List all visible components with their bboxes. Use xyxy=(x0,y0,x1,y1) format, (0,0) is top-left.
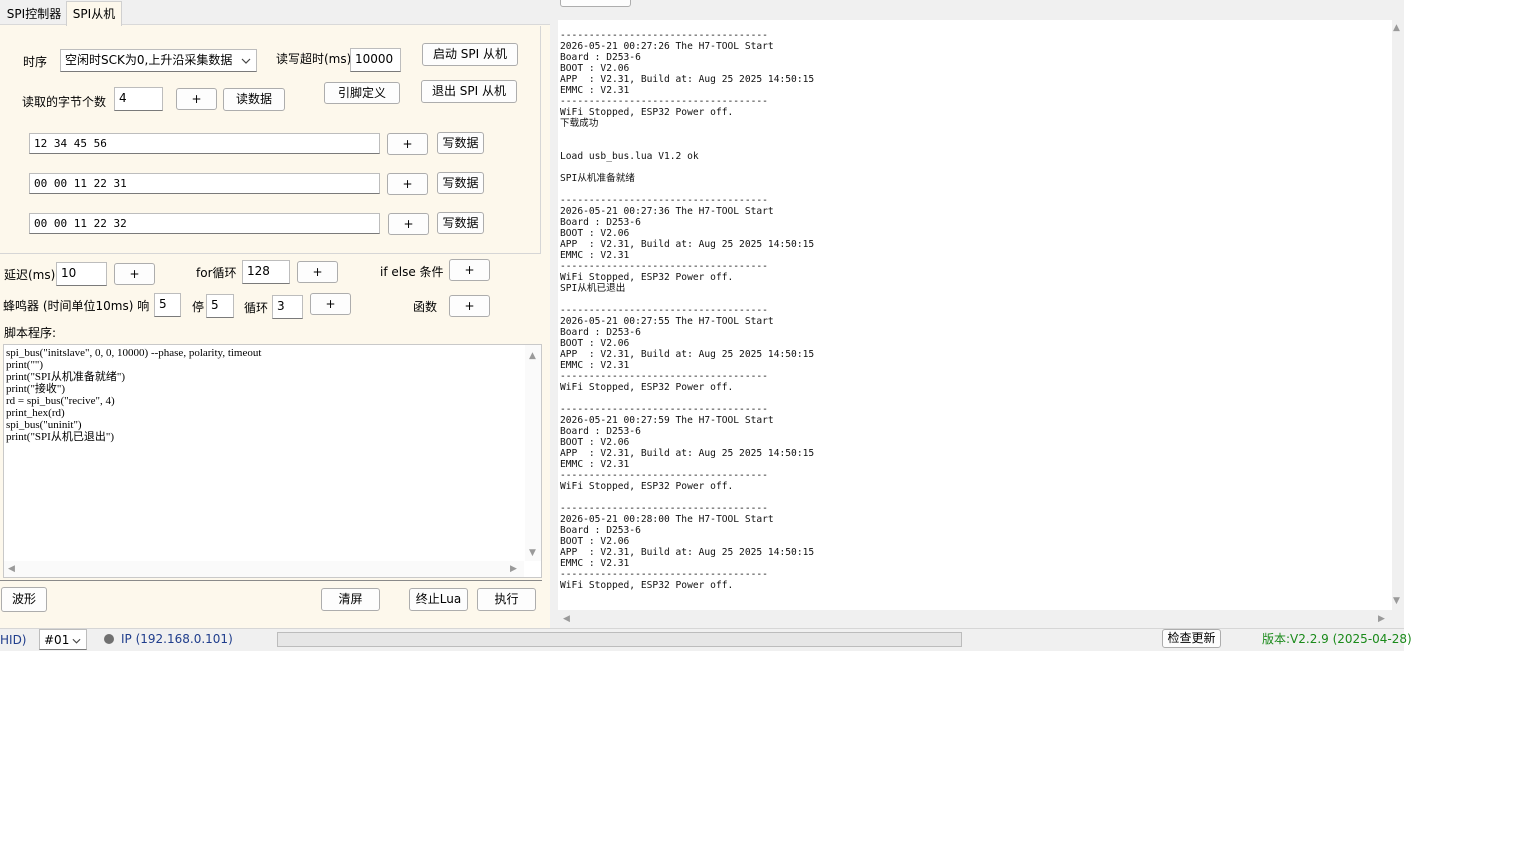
for-loop-label: for循环 xyxy=(196,266,237,280)
hid-status: HID) xyxy=(0,633,27,647)
scroll-left-icon[interactable]: ◀ xyxy=(563,614,570,624)
pin-definition-button[interactable]: 引脚定义 xyxy=(324,82,400,104)
console-log[interactable]: ------------------------------------ 202… xyxy=(558,20,1392,610)
device-select-value: #01 xyxy=(44,633,70,647)
check-update-button[interactable]: 检查更新 xyxy=(1162,629,1221,648)
write-plus-button-2[interactable]: + xyxy=(387,173,428,195)
console-vscrollbar[interactable]: ▲ ▼ xyxy=(1392,20,1404,610)
exit-spi-slave-button[interactable]: 退出 SPI 从机 xyxy=(421,80,517,103)
loop-input[interactable]: 3 xyxy=(272,295,303,319)
bytes-label: 读取的字节个数 xyxy=(22,95,107,109)
script-vscrollbar[interactable]: ▲ ▼ xyxy=(525,345,541,561)
timeout-label: 读写超时(ms) xyxy=(276,52,352,66)
write-data-input-3[interactable]: 00 00 11 22 32 xyxy=(29,213,380,234)
if-else-plus-button[interactable]: + xyxy=(449,259,490,281)
buzzer-off-input[interactable]: 5 xyxy=(206,294,234,318)
scroll-down-icon[interactable]: ▼ xyxy=(529,548,536,558)
write-plus-button-3[interactable]: + xyxy=(388,213,429,235)
stop-lua-button[interactable]: 终止Lua xyxy=(409,588,468,611)
clear-screen-button[interactable]: 清屏 xyxy=(321,588,380,611)
progress-bar xyxy=(277,632,962,647)
write-data-input-1[interactable]: 12 34 45 56 xyxy=(29,133,380,154)
console-hscrollbar[interactable]: ◀ ▶ xyxy=(558,611,1392,627)
write-data-button-1[interactable]: 写数据 xyxy=(437,132,484,154)
console-text: ------------------------------------ 202… xyxy=(560,30,815,591)
timing-label: 时序 xyxy=(23,55,48,69)
run-button[interactable]: 执行 xyxy=(477,588,536,611)
buzzer-label: 蜂鸣器 (时间单位10ms) 响 xyxy=(3,299,150,313)
buzzer-stop-label: 停 xyxy=(192,300,205,314)
bytes-input[interactable]: 4 xyxy=(114,87,163,111)
device-select[interactable]: #01 xyxy=(39,629,87,650)
chevron-down-icon xyxy=(72,638,81,644)
buzzer-plus-button[interactable]: + xyxy=(310,293,351,315)
waveform-button[interactable]: 波形 xyxy=(1,587,47,612)
start-spi-slave-button[interactable]: 启动 SPI 从机 xyxy=(422,43,518,66)
loop-label: 循环 xyxy=(244,301,269,315)
connection-status-icon xyxy=(104,634,114,644)
version-label: 版本:V2.2.9 (2025-04-28) xyxy=(1262,632,1412,646)
timing-select-value: 空闲时SCK为0,上升沿采集数据 xyxy=(65,53,233,67)
tab-spi-controller[interactable]: SPI控制器 xyxy=(2,4,66,25)
script-label: 脚本程序: xyxy=(4,326,57,340)
chevron-down-icon xyxy=(241,58,251,64)
function-label: 函数 xyxy=(413,300,438,314)
delay-label: 延迟(ms) xyxy=(4,268,56,282)
delay-input[interactable]: 10 xyxy=(56,262,107,286)
for-loop-plus-button[interactable]: + xyxy=(297,261,338,283)
write-data-button-2[interactable]: 写数据 xyxy=(437,172,484,194)
scroll-up-icon[interactable]: ▲ xyxy=(529,351,536,361)
delay-plus-button[interactable]: + xyxy=(114,263,155,285)
scroll-left-icon[interactable]: ◀ xyxy=(8,564,15,574)
write-plus-button-1[interactable]: + xyxy=(387,133,428,155)
function-plus-button[interactable]: + xyxy=(449,295,490,317)
ip-status: IP (192.168.0.101) xyxy=(121,632,233,646)
scroll-up-icon[interactable]: ▲ xyxy=(1393,23,1400,33)
scroll-right-icon[interactable]: ▶ xyxy=(510,564,517,574)
timeout-input[interactable]: 10000 xyxy=(350,48,401,72)
script-code[interactable]: spi_bus("initslave", 0, 0, 10000) --phas… xyxy=(6,347,261,443)
script-hscrollbar[interactable]: ◀ ▶ xyxy=(4,561,524,577)
read-data-button[interactable]: 读数据 xyxy=(223,88,285,111)
scroll-right-icon[interactable]: ▶ xyxy=(1378,614,1385,624)
buzzer-on-input[interactable]: 5 xyxy=(154,293,181,317)
bytes-plus-button[interactable]: + xyxy=(176,88,217,110)
scroll-down-icon[interactable]: ▼ xyxy=(1393,596,1400,606)
script-editor[interactable]: spi_bus("initslave", 0, 0, 10000) --phas… xyxy=(3,344,542,578)
for-loop-input[interactable]: 128 xyxy=(242,260,290,284)
console-top-button[interactable] xyxy=(560,0,631,7)
tab-spi-slave[interactable]: SPI从机 xyxy=(66,1,122,26)
write-data-button-3[interactable]: 写数据 xyxy=(437,212,484,234)
if-else-label: if else 条件 xyxy=(380,265,444,279)
bottom-divider xyxy=(0,580,542,581)
write-data-input-2[interactable]: 00 00 11 22 31 xyxy=(29,173,380,194)
timing-select[interactable]: 空闲时SCK为0,上升沿采集数据 xyxy=(60,49,257,72)
